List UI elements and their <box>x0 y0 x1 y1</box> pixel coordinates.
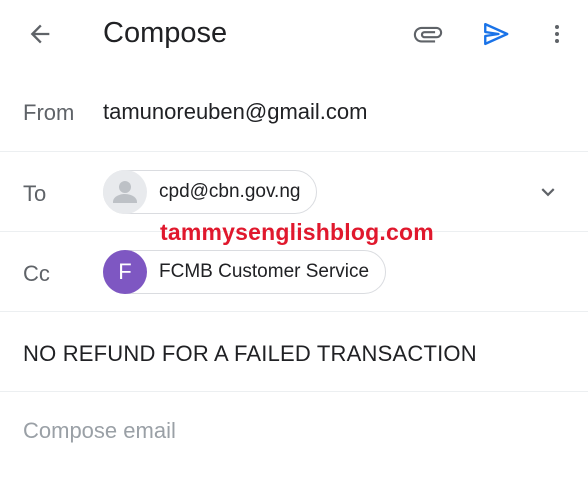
to-label: To <box>23 181 47 206</box>
person-icon <box>113 181 137 203</box>
to-recipient-label: cpd@cbn.gov.ng <box>159 181 301 202</box>
compose-body-field[interactable]: Compose email <box>23 418 176 444</box>
send-icon <box>484 22 509 46</box>
app-bar: Compose <box>0 0 588 66</box>
from-row[interactable]: From tamunoreuben@gmail.com <box>0 74 588 152</box>
back-button[interactable] <box>20 14 60 54</box>
more-options-button[interactable] <box>540 14 574 54</box>
expand-recipients-button[interactable] <box>532 176 564 208</box>
cc-label: Cc <box>23 261 50 286</box>
subject-field[interactable]: NO REFUND FOR A FAILED TRANSACTION <box>23 341 477 367</box>
back-arrow-icon <box>30 24 50 44</box>
more-vert-icon <box>555 25 559 43</box>
from-label: From <box>23 100 75 125</box>
subject-row[interactable]: NO REFUND FOR A FAILED TRANSACTION <box>0 312 588 392</box>
avatar: F <box>103 250 147 294</box>
to-recipient-chip[interactable]: cpd@cbn.gov.ng <box>103 170 318 214</box>
avatar <box>103 170 147 214</box>
page-title: Compose <box>103 17 228 49</box>
paperclip-icon <box>413 26 443 43</box>
chevron-down-icon <box>541 188 555 197</box>
from-address[interactable]: tamunoreuben@gmail.com <box>103 99 367 125</box>
attach-button[interactable] <box>406 14 450 54</box>
send-button[interactable] <box>474 14 518 54</box>
cc-recipient-chip[interactable]: F FCMB Customer Service <box>103 250 387 294</box>
watermark: tammysenglishblog.com <box>160 219 434 245</box>
cc-recipient-label: FCMB Customer Service <box>159 261 370 282</box>
